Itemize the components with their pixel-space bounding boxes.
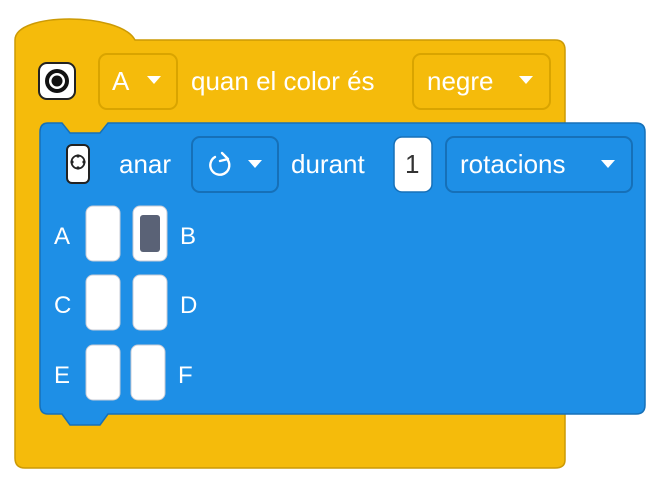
- port-dropdown-value: A: [112, 66, 130, 96]
- motor-icon: [66, 144, 90, 184]
- port-slot-d[interactable]: [132, 274, 168, 331]
- go-label: anar: [119, 149, 171, 179]
- port-label-d: D: [180, 292, 197, 319]
- unit-dropdown[interactable]: rotacions: [445, 136, 633, 193]
- color-dropdown[interactable]: negre: [412, 53, 551, 110]
- amount-value: 1: [405, 149, 419, 179]
- color-dropdown-value: negre: [427, 66, 494, 96]
- port-label-f: F: [178, 362, 193, 389]
- port-label-b: B: [180, 223, 196, 250]
- port-slot-b[interactable]: [132, 205, 168, 262]
- port-label-e: E: [54, 362, 70, 389]
- direction-dropdown[interactable]: [191, 136, 279, 193]
- port-slot-f[interactable]: [130, 344, 166, 401]
- for-label: durant: [291, 149, 365, 179]
- color-sensor-icon: [38, 62, 76, 100]
- unit-dropdown-value: rotacions: [460, 149, 566, 179]
- port-slot-a[interactable]: [85, 205, 121, 262]
- port-slot-e[interactable]: [85, 344, 121, 401]
- port-dropdown[interactable]: A: [98, 53, 178, 110]
- port-label-c: C: [54, 292, 71, 319]
- port-label-a: A: [54, 223, 70, 250]
- amount-input[interactable]: 1: [393, 136, 433, 193]
- port-slot-c[interactable]: [85, 274, 121, 331]
- event-label: quan el color és: [191, 66, 375, 96]
